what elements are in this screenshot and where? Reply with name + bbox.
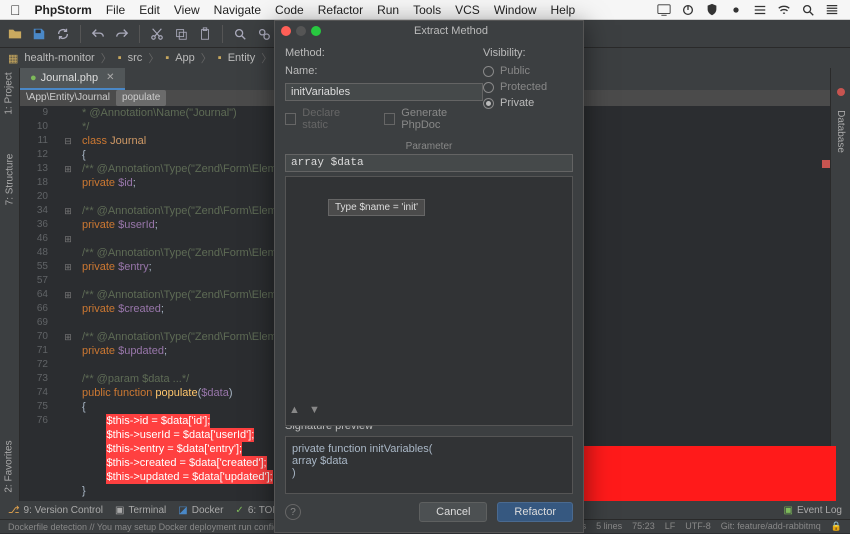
status-lines: 5 lines <box>596 521 622 532</box>
app-name: PhpStorm <box>35 3 92 17</box>
menu-run[interactable]: Run <box>377 3 399 17</box>
tray-power-icon[interactable] <box>680 2 696 18</box>
toolwin-vcs[interactable]: ⎇9: Version Control <box>8 505 103 516</box>
apple-icon[interactable]:  <box>10 2 21 18</box>
visibility-label: Visibility: <box>483 47 573 59</box>
folder-icon: ▪ <box>165 52 169 64</box>
generate-phpdoc-checkbox[interactable]: Generate PhpDoc <box>384 107 483 131</box>
visibility-private-radio[interactable]: Private <box>483 97 573 109</box>
selected-line: $this->id = $data['id']; <box>106 414 210 428</box>
tab-close-icon[interactable]: ✕ <box>106 71 114 85</box>
undo-icon[interactable] <box>89 25 107 43</box>
editor-tab[interactable]: ● Journal.php ✕ <box>20 68 125 90</box>
folder-icon: ▪ <box>118 52 122 64</box>
replace-icon[interactable] <box>255 25 273 43</box>
method-label: Method: <box>285 47 325 59</box>
crumb-namespace[interactable]: \App\Entity\Journal <box>26 91 110 105</box>
visibility-protected-radio[interactable]: Protected <box>483 81 573 93</box>
menu-help[interactable]: Help <box>551 3 576 17</box>
error-dot-icon <box>837 88 845 96</box>
selected-line: $this->updated = $data['updated']; <box>106 470 272 484</box>
menu-view[interactable]: View <box>174 3 200 17</box>
sync-icon[interactable] <box>54 25 72 43</box>
status-position: 75:23 <box>632 521 655 532</box>
tray-list-icon[interactable] <box>824 2 840 18</box>
macos-menubar:  PhpStorm File Edit View Navigate Code … <box>0 0 850 20</box>
error-stripe-marker[interactable] <box>822 160 830 168</box>
toolwin-favorites[interactable]: 2: Favorites <box>4 440 15 492</box>
toolwin-docker[interactable]: ◪Docker <box>178 505 223 516</box>
left-tool-strip: 1: Project 7: Structure 2: Favorites <box>0 68 20 502</box>
menu-navigate[interactable]: Navigate <box>214 3 261 17</box>
status-encoding[interactable]: UTF-8 <box>685 521 711 532</box>
toolwin-database[interactable]: Database <box>835 110 846 153</box>
menu-file[interactable]: File <box>106 3 125 17</box>
status-line-sep[interactable]: LF <box>665 521 676 532</box>
dialog-close-icon[interactable] <box>281 26 291 36</box>
breadcrumb-app[interactable]: App <box>175 52 195 64</box>
status-message: Dockerfile detection // You may setup Do… <box>8 522 278 532</box>
find-icon[interactable] <box>231 25 249 43</box>
toolwin-project[interactable]: 1: Project <box>4 72 15 114</box>
menu-refactor[interactable]: Refactor <box>318 3 363 17</box>
name-label: Name: <box>285 65 317 77</box>
signature-preview: private function initVariables( array $d… <box>285 436 573 494</box>
folder-icon: ▪ <box>218 52 222 64</box>
declare-static-checkbox: Declare static <box>285 107 364 131</box>
cancel-button[interactable]: Cancel <box>419 502 487 522</box>
dialog-minimize-icon <box>296 26 306 36</box>
paste-icon[interactable] <box>196 25 214 43</box>
parameter-header: Parameter <box>285 141 573 152</box>
breadcrumb-entity[interactable]: Entity <box>228 52 256 64</box>
crumb-method[interactable]: populate <box>116 90 166 106</box>
tray-search-icon[interactable] <box>800 2 816 18</box>
tray-wifi-icon[interactable] <box>776 2 792 18</box>
menu-window[interactable]: Window <box>494 3 537 17</box>
breadcrumb-project[interactable]: health-monitor <box>24 52 94 64</box>
lock-icon[interactable]: 🔒 <box>831 521 842 532</box>
toolwin-structure[interactable]: 7: Structure <box>4 154 15 206</box>
help-icon[interactable]: ? <box>285 504 301 520</box>
save-all-icon[interactable] <box>30 25 48 43</box>
selected-line: $this->created = $data['created']; <box>106 456 266 470</box>
selected-line: $this->entry = $data['entry']; <box>106 442 242 456</box>
tray <box>656 2 840 18</box>
copy-icon[interactable] <box>172 25 190 43</box>
refactor-button[interactable]: Refactor <box>497 502 573 522</box>
open-icon[interactable] <box>6 25 24 43</box>
toolwin-terminal[interactable]: ▣Terminal <box>115 505 166 516</box>
dialog-zoom-icon[interactable] <box>311 26 321 36</box>
visibility-public-radio[interactable]: Public <box>483 65 573 77</box>
tray-hamburger-icon[interactable] <box>752 2 768 18</box>
php-file-icon: ● <box>30 71 37 85</box>
tray-screen-icon[interactable] <box>656 2 672 18</box>
tab-label: Journal.php <box>41 71 99 85</box>
tray-shield-icon[interactable] <box>704 2 720 18</box>
right-tool-strip: Database <box>830 68 850 502</box>
status-git[interactable]: Git: feature/add-rabbitmq <box>721 521 821 532</box>
parameter-input[interactable] <box>285 154 573 172</box>
cut-icon[interactable] <box>148 25 166 43</box>
move-down-icon[interactable]: ▼ <box>309 404 320 416</box>
gutter: 9101112131820343646485557646669707172737… <box>20 106 54 428</box>
dialog-title: Extract Method <box>325 25 577 37</box>
project-icon: ▦ <box>8 52 18 65</box>
menu-code[interactable]: Code <box>275 3 304 17</box>
move-up-icon[interactable]: ▲ <box>289 404 300 416</box>
menu-vcs[interactable]: VCS <box>455 3 480 17</box>
menu-edit[interactable]: Edit <box>139 3 160 17</box>
breadcrumb-src[interactable]: src <box>128 52 143 64</box>
menu-tools[interactable]: Tools <box>413 3 441 17</box>
parameter-list[interactable]: Type $name = 'init' <box>285 176 573 426</box>
redo-icon[interactable] <box>113 25 131 43</box>
method-name-input[interactable] <box>285 83 483 101</box>
hint-tooltip: Type $name = 'init' <box>328 199 425 216</box>
tray-dot-icon[interactable] <box>728 2 744 18</box>
extract-method-dialog: Extract Method Method: Name: Declare sta… <box>274 20 584 533</box>
selected-line: $this->userId = $data['userId']; <box>106 428 254 442</box>
toolwin-eventlog[interactable]: ▣Event Log <box>784 505 843 516</box>
fold-gutter[interactable]: ⊟ ⊞ ⊞ ⊞ ⊞ ⊞ ⊞ <box>58 106 78 358</box>
